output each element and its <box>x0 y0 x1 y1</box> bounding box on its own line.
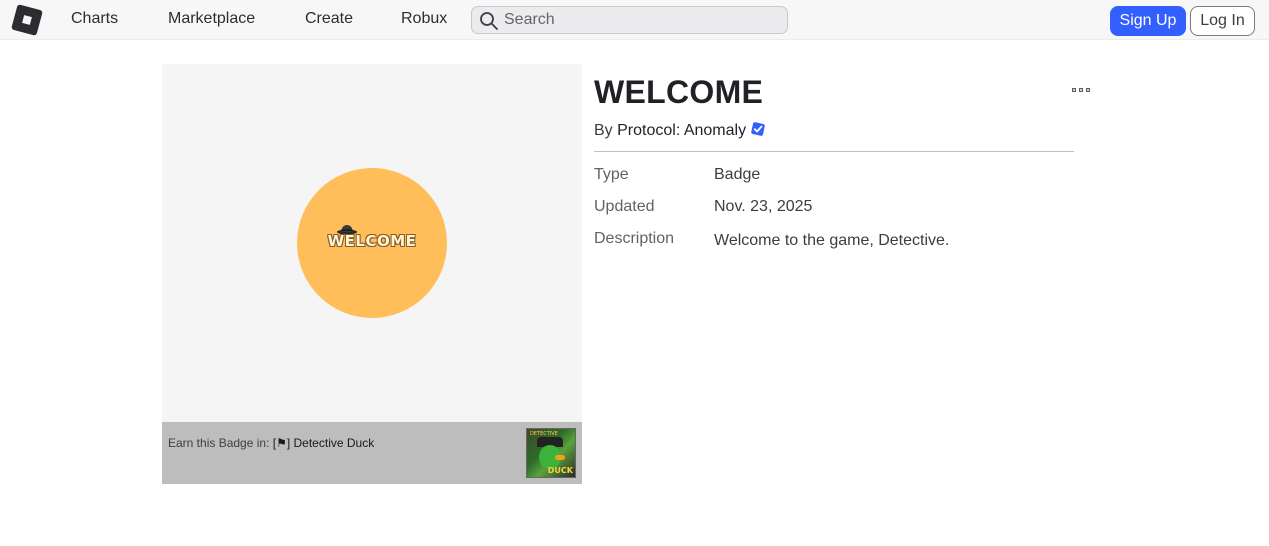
updated-value: Nov. 23, 2025 <box>714 198 813 215</box>
description-value: Welcome to the game, Detective. <box>714 232 950 249</box>
search-box <box>471 6 788 34</box>
duck-bill-icon <box>555 455 565 460</box>
more-options-icon[interactable] <box>1070 84 1094 98</box>
badge-image: WELCOME <box>297 168 447 318</box>
roblox-logo-icon[interactable] <box>11 4 43 36</box>
nav-link-marketplace[interactable]: Marketplace <box>168 10 255 28</box>
game-thumbnail[interactable]: DETECTIVE DUCK <box>526 428 576 478</box>
log-in-button[interactable]: Log In <box>1190 6 1255 36</box>
verified-badge-icon <box>751 122 765 136</box>
details-divider <box>594 151 1074 152</box>
search-icon <box>480 12 498 30</box>
creator-link[interactable]: Protocol: Anomaly <box>617 122 746 139</box>
search-input[interactable] <box>504 10 774 30</box>
top-nav: Charts Marketplace Create Robux Sign Up … <box>0 0 1269 40</box>
updated-label: Updated <box>594 198 655 215</box>
nav-link-charts[interactable]: Charts <box>71 10 118 28</box>
badge-image-text: WELCOME <box>327 232 417 250</box>
earn-badge-bar: Earn this Badge in: [⚑] Detective Duck D… <box>162 422 582 484</box>
type-label: Type <box>594 166 629 183</box>
by-label: By <box>594 122 613 139</box>
type-value: Badge <box>714 166 761 183</box>
creator-byline: By Protocol: Anomaly <box>594 121 766 140</box>
nav-link-create[interactable]: Create <box>305 10 353 28</box>
sign-up-button[interactable]: Sign Up <box>1110 6 1186 36</box>
badge-title: WELCOME <box>594 74 764 110</box>
description-label: Description <box>594 230 675 247</box>
earn-game-link[interactable]: [⚑] Detective Duck <box>273 436 374 450</box>
badge-thumbnail-panel: WELCOME Earn this Badge in: [⚑] Detectiv… <box>162 64 582 484</box>
game-thumbnail-tag: DUCK <box>547 466 573 475</box>
earn-prefix-label: Earn this Badge in: <box>168 436 270 450</box>
nav-link-robux[interactable]: Robux <box>401 10 447 28</box>
earn-badge-text: Earn this Badge in: [⚑] Detective Duck <box>168 436 374 450</box>
